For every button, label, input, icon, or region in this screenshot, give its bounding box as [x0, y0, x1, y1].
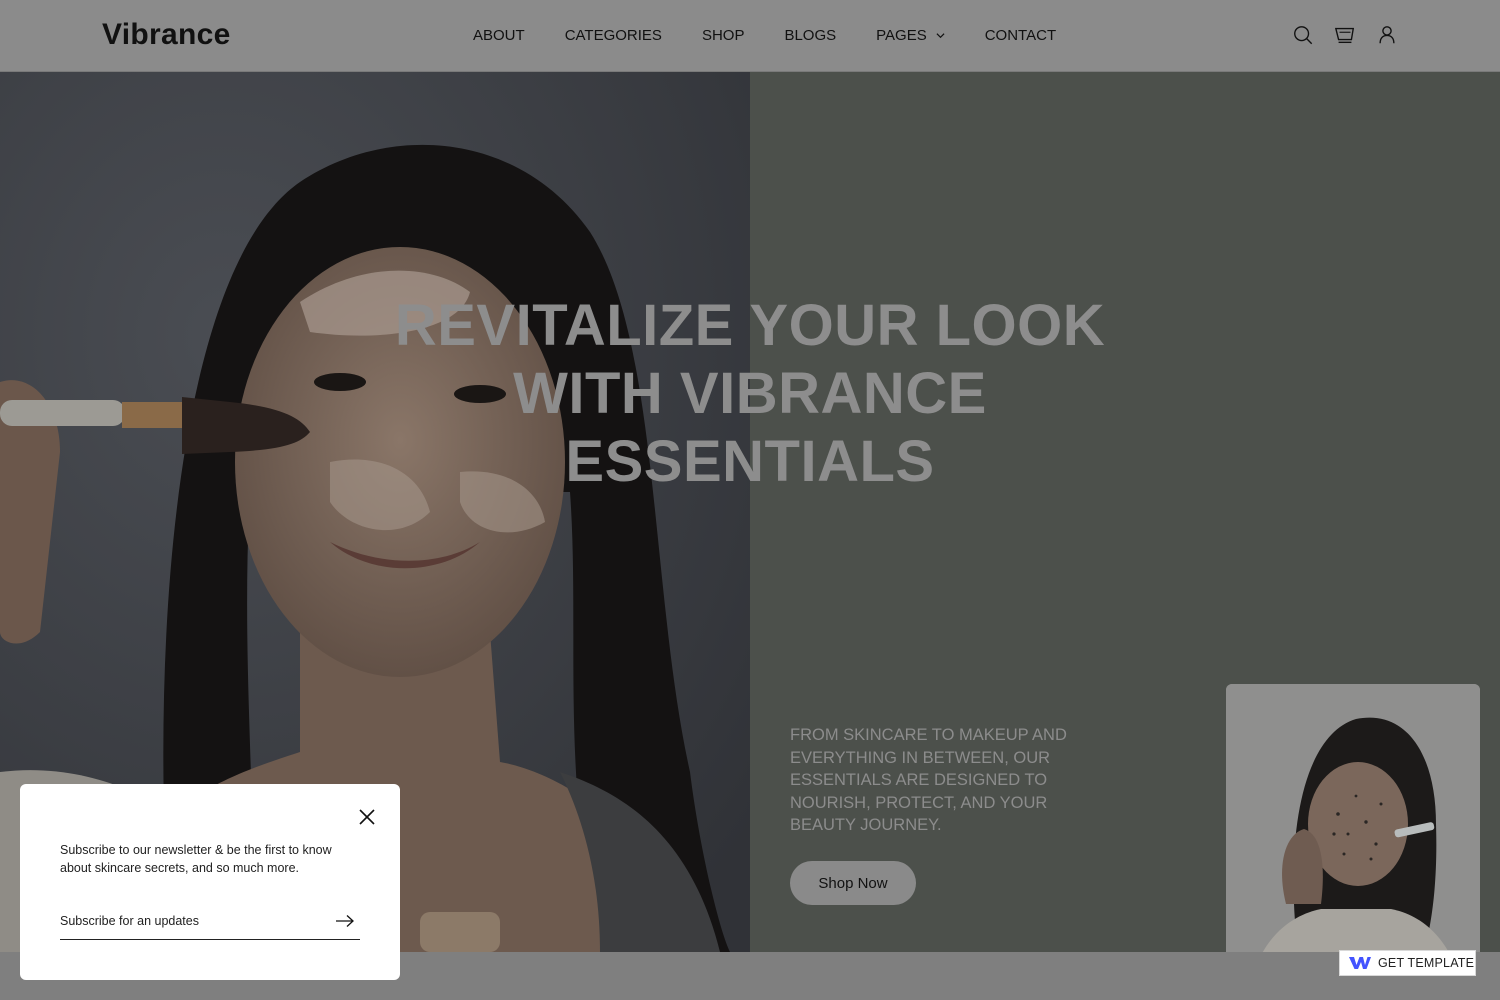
get-template-label: GET TEMPLATE: [1378, 956, 1475, 970]
brand-logo[interactable]: Vibrance: [102, 18, 231, 52]
webflow-logo-icon: [1349, 957, 1371, 969]
newsletter-email-input[interactable]: [60, 910, 360, 940]
newsletter-text: Subscribe to our newsletter & be the fir…: [60, 843, 332, 875]
nav-item-pages[interactable]: PAGES: [876, 27, 945, 44]
hero-headline: REVITALIZE YOUR LOOK WITH VIBRANCE ESSEN…: [350, 292, 1150, 496]
newsletter-popup: Subscribe to our newsletter & be the fir…: [20, 784, 400, 980]
nav-item-label: BLOGS: [784, 27, 837, 44]
nav-item-contact[interactable]: CONTACT: [985, 27, 1056, 44]
nav-item-label: PAGES: [876, 27, 927, 44]
hero-description: FROM SKINCARE TO MAKEUP AND EVERYTHING I…: [790, 726, 1067, 834]
nav-item-label: CATEGORIES: [564, 27, 662, 44]
get-template-badge[interactable]: GET TEMPLATE: [1339, 950, 1476, 976]
nav-item-label: SHOP: [701, 27, 745, 44]
nav-item-shop[interactable]: SHOP: [702, 27, 745, 44]
main-nav: ABOUT CATEGORIES SHOP BLOGS PAGES CONTAC…: [473, 27, 1096, 44]
nav-item-blogs[interactable]: BLOGS: [784, 27, 836, 44]
search-icon[interactable]: [1292, 24, 1314, 46]
shop-now-button[interactable]: Shop Now: [790, 861, 916, 905]
nav-item-categories[interactable]: CATEGORIES: [565, 27, 662, 44]
close-icon[interactable]: [357, 807, 377, 827]
site-header: Vibrance ABOUT CATEGORIES SHOP BLOGS PAG…: [0, 0, 1500, 72]
headline-line: ESSENTIALS: [565, 429, 935, 494]
nav-item-about[interactable]: ABOUT: [473, 27, 525, 44]
chevron-down-icon: [936, 33, 945, 39]
nav-item-label: ABOUT: [473, 27, 525, 44]
nav-item-label: CONTACT: [984, 27, 1057, 44]
headline-line: WITH VIBRANCE: [513, 361, 987, 426]
headline-line: REVITALIZE YOUR LOOK: [394, 293, 1106, 358]
user-icon[interactable]: [1376, 24, 1398, 46]
header-actions: [1292, 24, 1418, 46]
arrow-right-icon[interactable]: [335, 914, 355, 928]
cart-icon[interactable]: [1334, 24, 1356, 46]
